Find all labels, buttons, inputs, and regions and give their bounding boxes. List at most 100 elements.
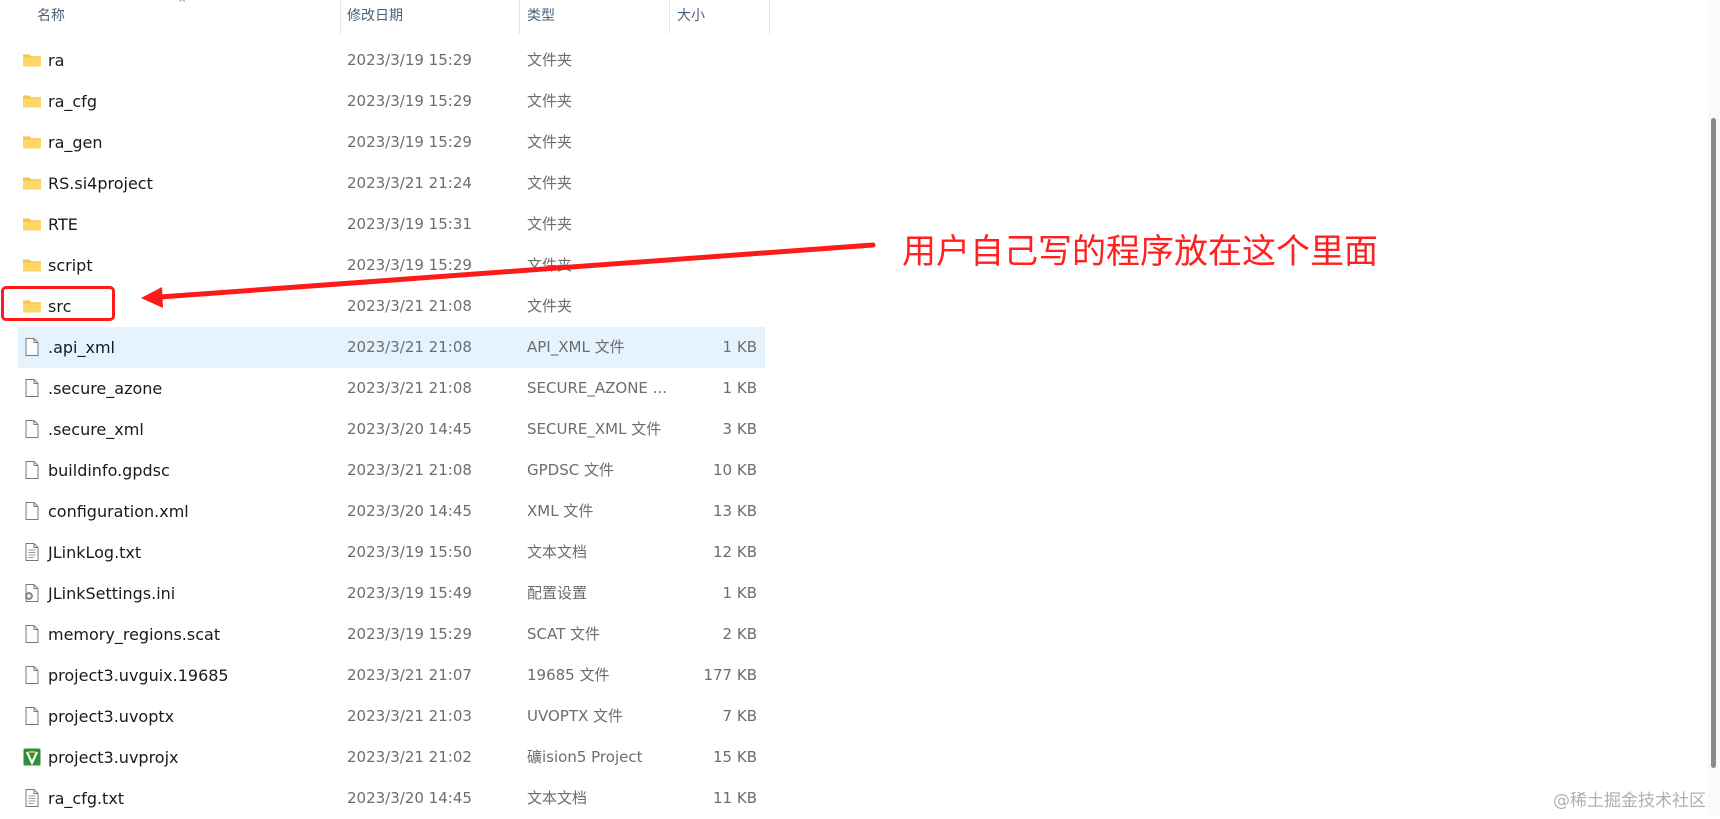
file-icon xyxy=(22,501,42,521)
column-divider[interactable] xyxy=(340,0,341,34)
watermark: @稀土掘金技术社区 xyxy=(1553,791,1706,811)
scrollbar-thumb[interactable] xyxy=(1711,118,1716,768)
file-modified-date: 2023/3/19 15:29 xyxy=(347,133,472,151)
folder-icon xyxy=(22,91,42,111)
file-type: SCAT 文件 xyxy=(527,625,601,643)
file-name: ra xyxy=(48,51,65,70)
file-modified-date: 2023/3/21 21:08 xyxy=(347,297,472,315)
file-name: RS.si4project xyxy=(48,174,153,193)
annotation-text: 用户自己写的程序放在这个里面 xyxy=(902,232,1378,272)
column-divider[interactable] xyxy=(519,0,520,34)
file-size: 2 KB xyxy=(722,625,757,643)
file-name: project3.uvoptx xyxy=(48,707,175,726)
column-name-header[interactable]: 名称 xyxy=(37,0,65,34)
keil-project-icon xyxy=(22,747,42,767)
file-name: ra_cfg.txt xyxy=(48,789,125,808)
column-header: 名称 ^ 修改日期 类型 大小 xyxy=(0,0,770,34)
file-row[interactable]: JLinkLog.txt 2023/3/19 15:50 文本文档 12 KB xyxy=(18,532,765,573)
file-row[interactable]: .secure_xml 2023/3/20 14:45 SECURE_XML 文件 3… xyxy=(18,409,765,450)
file-row[interactable]: ra_cfg.txt 2023/3/20 14:45 文本文档 11 KB xyxy=(18,778,765,819)
file-size: 177 KB xyxy=(703,666,757,684)
file-name: buildinfo.gpdsc xyxy=(48,461,170,480)
file-row[interactable]: .secure_azone 2023/3/21 21:08 SECURE_AZONE… xyxy=(18,368,765,409)
column-date-header[interactable]: 修改日期 xyxy=(347,0,403,34)
file-row[interactable]: project3.uvoptx 2023/3/21 21:03 UVOPTX 文件 7… xyxy=(18,696,765,737)
column-type-header[interactable]: 类型 xyxy=(527,0,555,34)
file-name: ra_gen xyxy=(48,133,103,152)
file-row[interactable]: script 2023/3/19 15:29 文件夹 xyxy=(18,245,765,286)
file-name: ra_cfg xyxy=(48,92,97,111)
file-modified-date: 2023/3/21 21:08 xyxy=(347,338,472,356)
file-row[interactable]: JLinkSettings.ini 2023/3/19 15:49 配置设置 1 KB xyxy=(18,573,765,614)
file-name: JLinkLog.txt xyxy=(48,543,142,562)
file-type: XML 文件 xyxy=(527,502,594,520)
file-modified-date: 2023/3/19 15:29 xyxy=(347,256,472,274)
file-icon xyxy=(22,460,42,480)
file-modified-date: 2023/3/21 21:02 xyxy=(347,748,472,766)
file-icon xyxy=(22,378,42,398)
file-size: 1 KB xyxy=(722,338,757,356)
file-size: 3 KB xyxy=(722,420,757,438)
file-modified-date: 2023/3/19 15:29 xyxy=(347,625,472,643)
file-icon xyxy=(22,665,42,685)
file-modified-date: 2023/3/20 14:45 xyxy=(347,502,472,520)
file-name: project3.uvprojx xyxy=(48,748,179,767)
file-row[interactable]: project3.uvprojx 2023/3/21 21:02 礦ision5 P… xyxy=(18,737,765,778)
file-icon xyxy=(22,419,42,439)
file-type: UVOPTX 文件 xyxy=(527,707,624,725)
file-size: 13 KB xyxy=(713,502,757,520)
file-type: SECURE_AZONE ... xyxy=(527,379,667,397)
file-name: JLinkSettings.ini xyxy=(48,584,176,603)
column-size-header[interactable]: 大小 xyxy=(677,0,705,34)
file-row[interactable]: memory_regions.scat 2023/3/19 15:29 SCAT 文… xyxy=(18,614,765,655)
highlight-box xyxy=(1,286,115,321)
file-modified-date: 2023/3/21 21:07 xyxy=(347,666,472,684)
file-modified-date: 2023/3/19 15:50 xyxy=(347,543,472,561)
file-modified-date: 2023/3/19 15:29 xyxy=(347,92,472,110)
file-size: 11 KB xyxy=(713,789,757,807)
file-type: 19685 文件 xyxy=(527,666,610,684)
file-type: SECURE_XML 文件 xyxy=(527,420,662,438)
file-name: memory_regions.scat xyxy=(48,625,221,644)
file-row[interactable]: .api_xml 2023/3/21 21:08 API_XML 文件 1 KB xyxy=(18,327,765,368)
text-file-icon xyxy=(22,788,42,808)
file-name: script xyxy=(48,256,93,275)
file-row[interactable]: ra 2023/3/19 15:29 文件夹 xyxy=(18,40,765,81)
file-type: GPDSC 文件 xyxy=(527,461,614,479)
settings-file-icon xyxy=(22,583,42,603)
file-row[interactable]: ra_gen 2023/3/19 15:29 文件夹 xyxy=(18,122,765,163)
file-type: 文件夹 xyxy=(527,215,573,233)
file-name: RTE xyxy=(48,215,78,234)
file-row[interactable]: configuration.xml 2023/3/20 14:45 XML 文件 13… xyxy=(18,491,765,532)
file-type: 文件夹 xyxy=(527,256,573,274)
sort-ascending-icon: ^ xyxy=(178,0,187,9)
folder-icon xyxy=(22,50,42,70)
file-row[interactable]: src 2023/3/21 21:08 文件夹 xyxy=(18,286,765,327)
column-divider[interactable] xyxy=(769,0,770,34)
vertical-scrollbar[interactable] xyxy=(1708,0,1720,816)
file-size: 7 KB xyxy=(722,707,757,725)
file-row[interactable]: ra_cfg 2023/3/19 15:29 文件夹 xyxy=(18,81,765,122)
column-divider[interactable] xyxy=(669,0,670,34)
file-type: 文件夹 xyxy=(527,174,573,192)
file-modified-date: 2023/3/21 21:03 xyxy=(347,707,472,725)
file-type: 文件夹 xyxy=(527,51,573,69)
file-size: 12 KB xyxy=(713,543,757,561)
file-row[interactable]: buildinfo.gpdsc 2023/3/21 21:08 GPDSC 文件 10… xyxy=(18,450,765,491)
file-modified-date: 2023/3/20 14:45 xyxy=(347,420,472,438)
file-type: 文件夹 xyxy=(527,92,573,110)
folder-icon xyxy=(22,173,42,193)
file-modified-date: 2023/3/21 21:08 xyxy=(347,379,472,397)
file-type: 文本文档 xyxy=(527,789,588,807)
file-icon xyxy=(22,624,42,644)
file-row[interactable]: RTE 2023/3/19 15:31 文件夹 xyxy=(18,204,765,245)
file-type: 礦ision5 Project xyxy=(527,748,643,766)
file-row[interactable]: project3.uvguix.19685 2023/3/21 21:07 1968… xyxy=(18,655,765,696)
file-name: .secure_xml xyxy=(48,420,144,439)
file-row[interactable]: RS.si4project 2023/3/21 21:24 文件夹 xyxy=(18,163,765,204)
folder-icon xyxy=(22,255,42,275)
folder-icon xyxy=(22,214,42,234)
file-type: 文本文档 xyxy=(527,543,588,561)
file-size: 15 KB xyxy=(713,748,757,766)
text-file-icon xyxy=(22,542,42,562)
